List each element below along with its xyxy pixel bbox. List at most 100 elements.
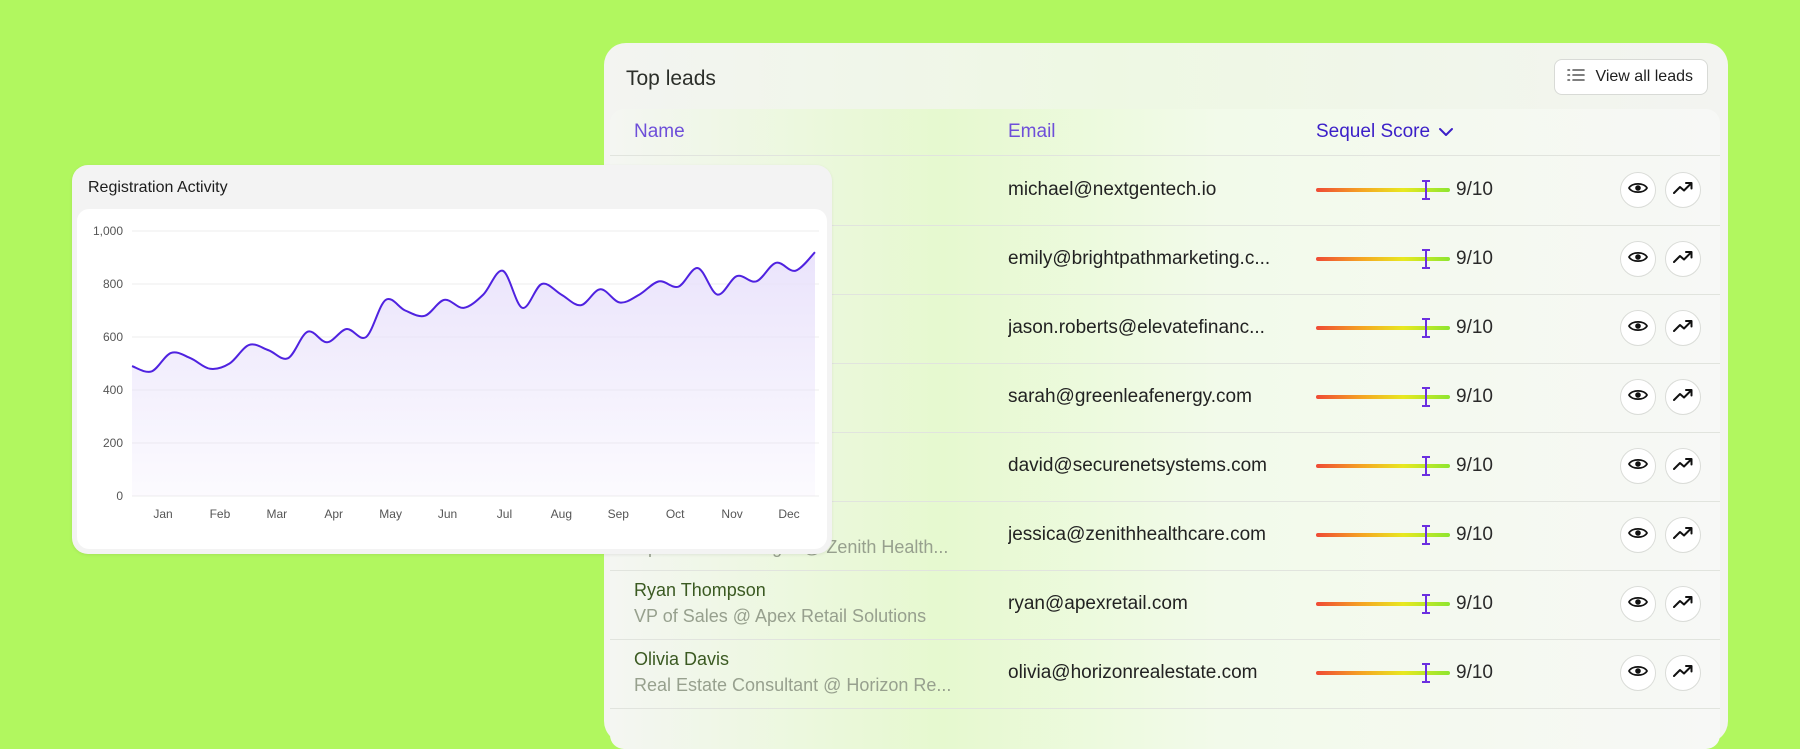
view-lead-button[interactable] (1620, 310, 1656, 346)
trending-up-icon (1673, 457, 1693, 476)
x-tick-label: Jun (438, 507, 457, 521)
lead-role: Real Estate Consultant @ Horizon Re... (634, 675, 952, 695)
score-marker (1421, 180, 1430, 200)
lead-name-cell: Olivia Davis Real Estate Consultant @ Hor… (634, 649, 974, 696)
registration-activity-card: Registration Activity 0 200 400 600 800 1,000… (72, 165, 832, 554)
lead-role: VP of Sales @ Apex Retail Solutions (634, 606, 927, 626)
lead-email: emily@brightpathmarketing.c... (1008, 248, 1271, 269)
lead-email: sarah@greenleafenergy.com (1008, 386, 1252, 407)
trending-up-icon (1673, 664, 1693, 683)
view-lead-button[interactable] (1620, 655, 1656, 691)
score-value: 9/10 (1456, 593, 1493, 614)
score-value: 9/10 (1456, 455, 1493, 476)
column-header-name[interactable]: Name (634, 121, 685, 143)
eye-icon (1627, 388, 1649, 407)
y-tick-label: 800 (103, 277, 123, 291)
score-marker (1421, 663, 1430, 683)
view-lead-button[interactable] (1620, 586, 1656, 622)
view-all-leads-button[interactable]: View all leads (1554, 59, 1708, 95)
trend-lead-button[interactable] (1665, 655, 1701, 691)
list-icon (1567, 67, 1586, 88)
chart-area: 0 200 400 600 800 1,000 Jan Feb Mar Apr May Jun Jul A… (77, 209, 827, 549)
x-tick-label: May (379, 507, 402, 521)
trending-up-icon (1673, 388, 1693, 407)
trending-up-icon (1673, 595, 1693, 614)
trend-lead-button[interactable] (1665, 586, 1701, 622)
view-lead-button[interactable] (1620, 379, 1656, 415)
trend-lead-button[interactable] (1665, 172, 1701, 208)
lead-email: michael@nextgentech.io (1008, 179, 1217, 200)
eye-icon (1627, 664, 1649, 683)
x-tick-label: Dec (778, 507, 799, 521)
eye-icon (1627, 526, 1649, 545)
eye-icon (1627, 319, 1649, 338)
x-tick-label: Mar (266, 507, 287, 521)
trending-up-icon (1673, 319, 1693, 338)
score-value: 9/10 (1456, 662, 1493, 683)
score-bar (1316, 456, 1450, 476)
score-marker (1421, 249, 1430, 269)
score-bar (1316, 525, 1450, 545)
x-tick-label: Jan (153, 507, 172, 521)
trend-lead-button[interactable] (1665, 379, 1701, 415)
eye-icon (1627, 457, 1649, 476)
y-tick-label: 200 (103, 436, 123, 450)
lead-name: Ryan Thompson (634, 580, 766, 600)
view-lead-button[interactable] (1620, 517, 1656, 553)
score-marker (1421, 318, 1430, 338)
view-lead-button[interactable] (1620, 448, 1656, 484)
lead-email: jason.roberts@elevatefinanc... (1008, 317, 1265, 338)
y-tick-label: 0 (116, 489, 123, 503)
trend-lead-button[interactable] (1665, 517, 1701, 553)
trending-up-icon (1673, 181, 1693, 200)
column-header-email[interactable]: Email (1008, 121, 1056, 143)
x-tick-label: Jul (497, 507, 512, 521)
x-tick-label: Oct (666, 507, 685, 521)
score-value: 9/10 (1456, 524, 1493, 545)
lead-email: ryan@apexretail.com (1008, 593, 1188, 614)
x-tick-label: Apr (324, 507, 343, 521)
score-value: 9/10 (1456, 317, 1493, 338)
x-tick-label: Nov (721, 507, 742, 521)
score-bar (1316, 318, 1450, 338)
trend-lead-button[interactable] (1665, 448, 1701, 484)
eye-icon (1627, 595, 1649, 614)
trending-up-icon (1673, 526, 1693, 545)
y-tick-label: 1,000 (93, 224, 123, 238)
x-tick-label: Aug (551, 507, 572, 521)
view-all-leads-label: View all leads (1595, 68, 1693, 85)
chart-title: Registration Activity (88, 179, 228, 196)
score-marker (1421, 594, 1430, 614)
score-value: 9/10 (1456, 386, 1493, 407)
score-bar (1316, 594, 1450, 614)
score-value: 9/10 (1456, 248, 1493, 269)
trend-lead-button[interactable] (1665, 241, 1701, 277)
column-header-score[interactable]: Sequel Score (1316, 121, 1454, 143)
view-lead-button[interactable] (1620, 172, 1656, 208)
trending-up-icon (1673, 250, 1693, 269)
y-tick-label: 600 (103, 330, 123, 344)
lead-email: olivia@horizonrealestate.com (1008, 662, 1258, 683)
eye-icon (1627, 250, 1649, 269)
score-marker (1421, 456, 1430, 476)
lead-name-cell: Ryan Thompson VP of Sales @ Apex Retail S… (634, 580, 974, 627)
lead-email: jessica@zenithhealthcare.com (1008, 524, 1266, 545)
lead-name: Olivia Davis (634, 649, 730, 669)
chevron-down-icon (1438, 121, 1454, 143)
x-tick-label: Sep (608, 507, 630, 521)
table-row[interactable]: Olivia Davis Real Estate Consultant @ Hor… (610, 639, 1720, 709)
score-marker (1421, 525, 1430, 545)
score-marker (1421, 387, 1430, 407)
score-bar (1316, 663, 1450, 683)
view-lead-button[interactable] (1620, 241, 1656, 277)
table-row[interactable]: Ryan Thompson VP of Sales @ Apex Retail S… (610, 570, 1720, 640)
trend-lead-button[interactable] (1665, 310, 1701, 346)
registration-chart: 0 200 400 600 800 1,000 Jan Feb Mar Apr May Jun Jul A… (93, 224, 819, 521)
score-bar (1316, 387, 1450, 407)
table-header: Name Email Sequel Score (610, 109, 1720, 156)
x-tick-label: Feb (210, 507, 231, 521)
score-value: 9/10 (1456, 179, 1493, 200)
score-bar (1316, 180, 1450, 200)
lead-email: david@securenetsystems.com (1008, 455, 1267, 476)
y-tick-label: 400 (103, 383, 123, 397)
